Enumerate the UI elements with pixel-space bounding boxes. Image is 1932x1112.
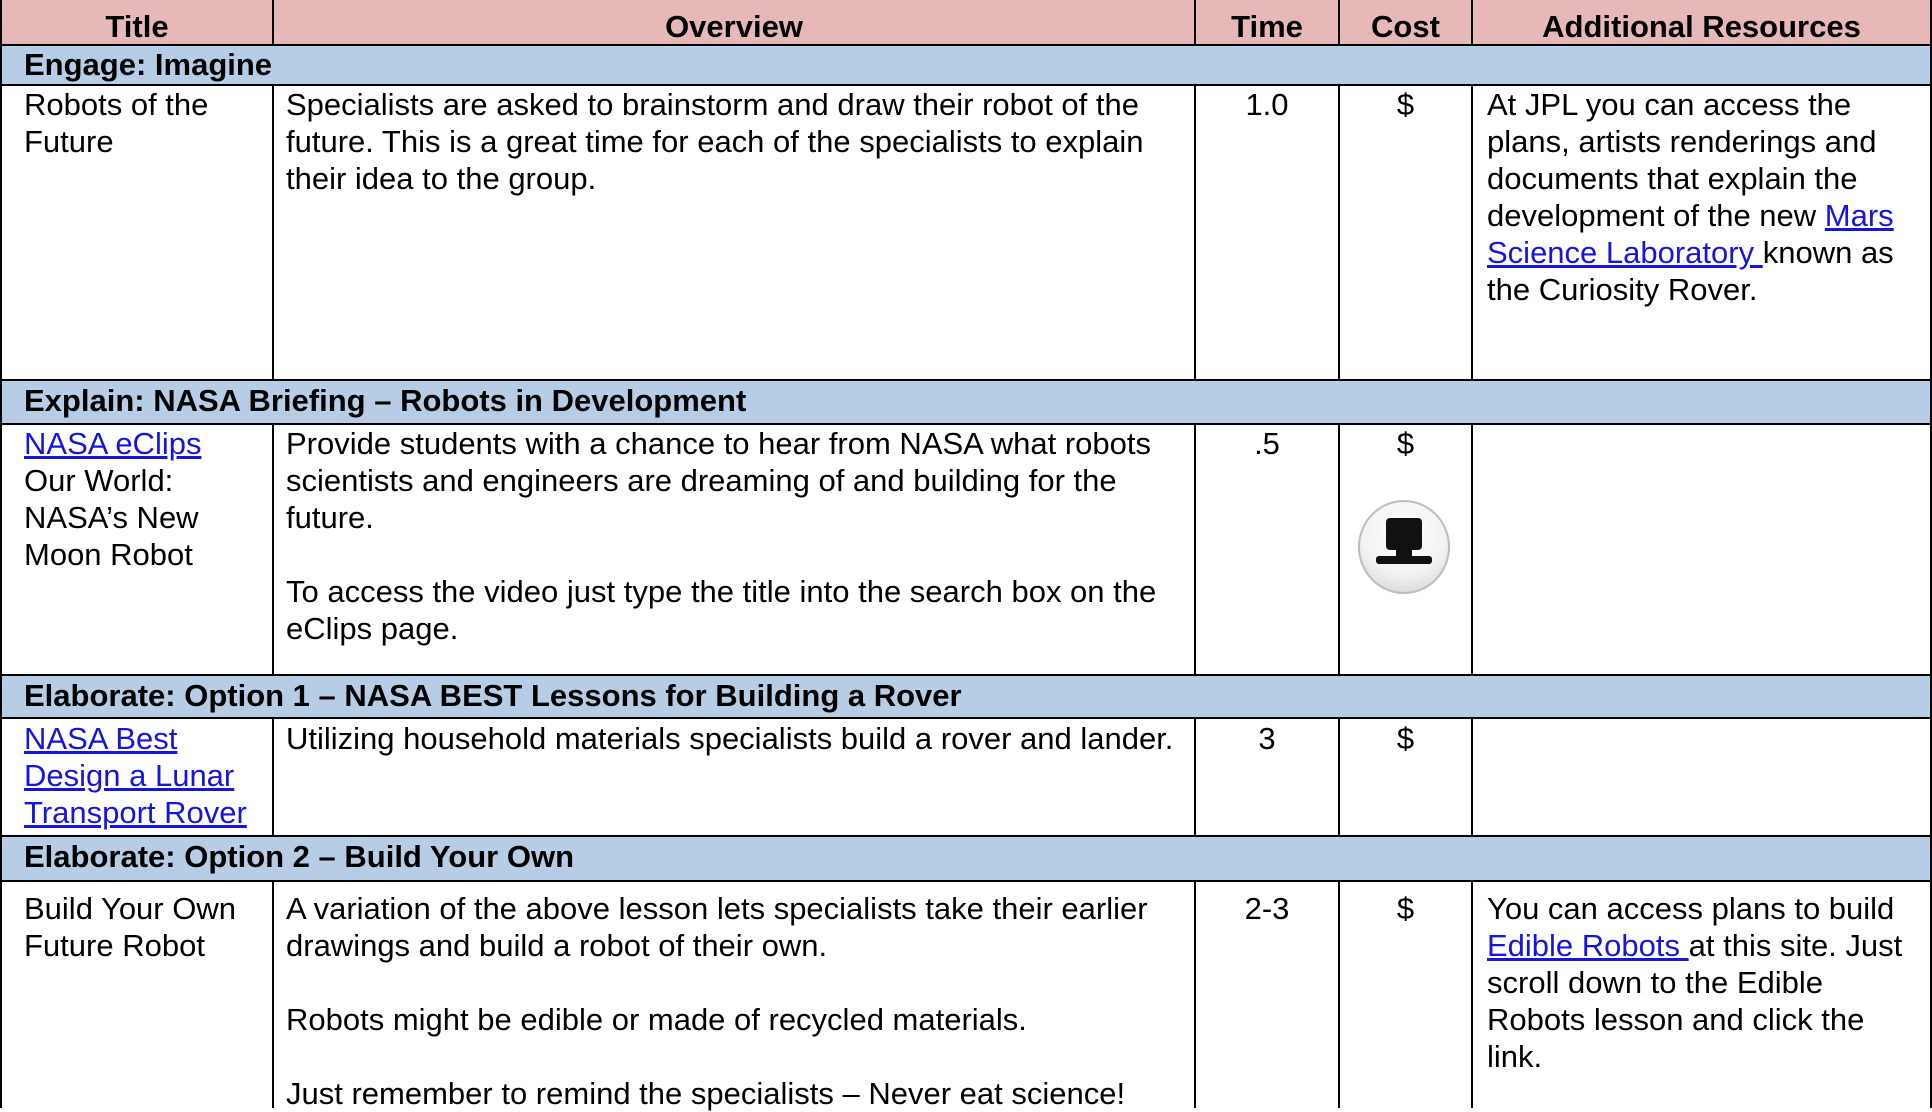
row-title: NASA Best Design a Lunar Transport Rover: [24, 720, 268, 831]
nasa-eclips-link[interactable]: NASA eClips: [24, 426, 201, 461]
row-title: NASA eClips Our World: NASA’s New Moon R…: [24, 425, 264, 573]
header-cost: Cost: [1371, 9, 1440, 44]
overview-paragraph: Specialists are asked to brainstorm and …: [286, 87, 1144, 196]
overview-paragraph: Provide students with a chance to hear f…: [286, 426, 1152, 535]
header-time: Time: [1231, 9, 1303, 44]
resources-text: At JPL you can access the plans, artists…: [1487, 87, 1877, 233]
edible-robots-link[interactable]: Edible Robots: [1487, 928, 1689, 963]
row-resources: You can access plans to build Edible Rob…: [1487, 890, 1917, 1075]
row-cost: $: [1396, 891, 1415, 926]
overview-paragraph: Utilizing household materials specialist…: [286, 721, 1174, 756]
row-time: .5: [1254, 426, 1280, 461]
row-title-text: Our World: NASA’s New Moon Robot: [24, 463, 199, 572]
row-title: Build Your Own Future Robot: [24, 891, 236, 963]
overview-paragraph: Robots might be edible or made of recycl…: [286, 1002, 1027, 1037]
row-overview: Utilizing household materials specialist…: [286, 720, 1190, 757]
row-cost: $: [1396, 426, 1415, 461]
header-title: Title: [105, 9, 169, 44]
overview-paragraph: A variation of the above lesson lets spe…: [286, 891, 1148, 963]
section-heading-elaborate-option-1: Elaborate: Option 1 – NASA BEST Lessons …: [24, 678, 962, 713]
row-overview: Specialists are asked to brainstorm and …: [286, 86, 1190, 197]
row-cost: $: [1396, 87, 1415, 122]
row-time: 3: [1258, 721, 1276, 756]
row-cost: $: [1396, 721, 1415, 756]
header-additional-resources: Additional Resources: [1542, 9, 1861, 44]
row-overview: Provide students with a chance to hear f…: [286, 425, 1190, 647]
row-resources: At JPL you can access the plans, artists…: [1487, 86, 1917, 308]
overview-paragraph: To access the video just type the title …: [286, 574, 1157, 646]
nasa-best-lunar-rover-link[interactable]: NASA Best Design a Lunar Transport Rover: [24, 721, 247, 830]
row-title: Robots of the Future: [24, 87, 209, 159]
header-overview: Overview: [665, 9, 803, 44]
row-overview: A variation of the above lesson lets spe…: [286, 890, 1190, 1112]
overview-paragraph: Just remember to remind the specialists …: [286, 1076, 1126, 1111]
section-heading-engage: Engage: Imagine: [24, 47, 273, 82]
resources-text: You can access plans to build: [1487, 891, 1895, 926]
row-time: 1.0: [1245, 87, 1289, 122]
row-time: 2-3: [1244, 891, 1290, 926]
section-heading-elaborate-option-2: Elaborate: Option 2 – Build Your Own: [24, 839, 575, 874]
section-heading-explain: Explain: NASA Briefing – Robots in Devel…: [24, 383, 747, 418]
computer-icon: [1358, 500, 1450, 594]
